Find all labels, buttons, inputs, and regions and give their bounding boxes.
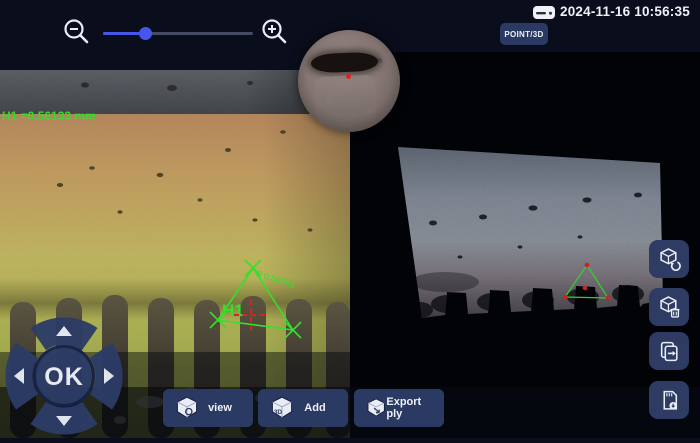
cube-add-icon: 3D (270, 396, 294, 420)
point-3d-mode-button[interactable]: POINT/3D (500, 23, 548, 45)
add-button[interactable]: 3D Add (258, 389, 348, 427)
timestamp: 2024-11-16 10:56:35 (560, 4, 698, 19)
ok-label: OK (44, 363, 84, 391)
reset-view-button[interactable] (649, 240, 689, 278)
save-sd-button[interactable] (649, 381, 689, 419)
marker-label: H1 (222, 301, 244, 320)
delete-cloud-button[interactable] (649, 288, 689, 326)
cube-reset-icon (658, 248, 681, 271)
measurement-app: H1 =0.56133 mm H1 2 0.56041 (0, 0, 700, 438)
sd-card-save-icon (658, 389, 681, 412)
view-button[interactable]: view (163, 389, 253, 427)
cube-delete-icon (658, 296, 681, 319)
add-button-label: Add (304, 402, 325, 414)
inset-vignette (298, 30, 400, 132)
zoom-in-button[interactable] (260, 17, 290, 49)
zoom-out-button[interactable] (62, 17, 92, 49)
export-file-button[interactable] (649, 332, 689, 370)
view-button-label: view (208, 402, 232, 414)
pointcloud-canvas[interactable] (350, 52, 700, 438)
zoom-slider[interactable] (103, 32, 253, 35)
svg-text:3D: 3D (274, 409, 283, 416)
export-file-icon (658, 340, 681, 363)
dpad: OK (4, 314, 124, 438)
measurement-readout: H1 =0.56133 mm (2, 109, 96, 123)
magnifier-inset (298, 30, 400, 132)
zoom-slider-thumb[interactable] (139, 27, 152, 40)
cube-view-icon (175, 396, 199, 420)
recorder-icon (532, 4, 556, 21)
